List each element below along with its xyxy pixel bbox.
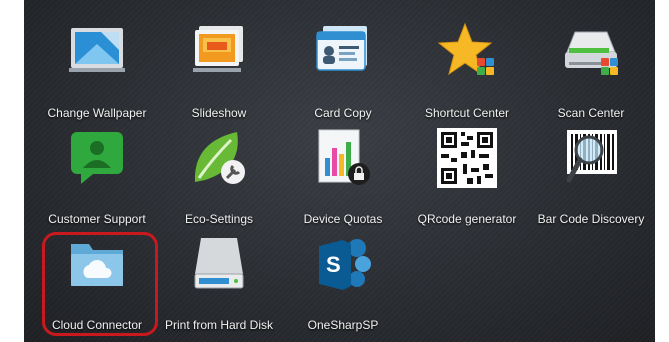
app-change-wallpaper[interactable]: Change Wallpaper xyxy=(32,22,162,122)
app-slideshow[interactable]: Slideshow xyxy=(154,22,284,122)
app-customer-support[interactable]: Customer Support xyxy=(32,128,162,228)
wallpaper-icon xyxy=(69,28,125,72)
svg-text:S: S xyxy=(326,252,341,277)
app-print-from-hard-disk[interactable]: Print from Hard Disk xyxy=(154,234,284,334)
app-label: Eco-Settings xyxy=(184,212,254,226)
support-chat-icon xyxy=(71,132,123,184)
app-scan-center[interactable]: Scan Center xyxy=(526,22,655,122)
app-label: Bar Code Discovery xyxy=(537,212,645,226)
app-label: QRcode generator xyxy=(417,212,517,226)
app-bar-code-discovery[interactable]: Bar Code Discovery xyxy=(526,128,655,228)
app-card-copy[interactable]: Card Copy xyxy=(278,22,408,122)
app-label: Device Quotas xyxy=(303,212,383,226)
eco-leaf-wrench-icon xyxy=(194,132,245,184)
app-label: Customer Support xyxy=(48,212,146,226)
app-device-quotas[interactable]: Device Quotas xyxy=(278,128,408,228)
star-icon xyxy=(437,22,494,76)
sharepoint-icon: S xyxy=(319,239,371,290)
hard-disk-icon xyxy=(194,238,244,289)
app-launcher-screen: Change Wallpaper Slideshow Card Copy Sho… xyxy=(24,0,655,342)
bar-chart-lock-icon xyxy=(318,129,370,185)
app-shortcut-center[interactable]: Shortcut Center xyxy=(402,22,532,122)
app-label: Scan Center xyxy=(557,106,625,120)
app-label: Change Wallpaper xyxy=(47,106,147,120)
app-label: Cloud Connector xyxy=(51,318,143,332)
scanner-icon xyxy=(565,31,618,75)
id-card-icon xyxy=(316,26,367,71)
app-label: Card Copy xyxy=(314,106,372,120)
app-eco-settings[interactable]: Eco-Settings xyxy=(154,128,284,228)
barcode-magnifier-icon xyxy=(566,130,617,183)
app-label: Slideshow xyxy=(191,106,247,120)
qr-code-icon xyxy=(437,128,497,188)
page-indicator xyxy=(340,336,352,342)
slideshow-icon xyxy=(193,26,243,72)
app-cloud-connector[interactable]: Cloud Connector xyxy=(32,234,162,334)
app-label: OneSharpSP xyxy=(307,318,379,332)
app-onesharpsp[interactable]: S OneSharpSP xyxy=(278,234,408,334)
app-label: Print from Hard Disk xyxy=(164,318,274,332)
app-label: Shortcut Center xyxy=(424,106,510,120)
app-qrcode-generator[interactable]: QRcode generator xyxy=(402,128,532,228)
cloud-folder-icon xyxy=(71,244,123,286)
